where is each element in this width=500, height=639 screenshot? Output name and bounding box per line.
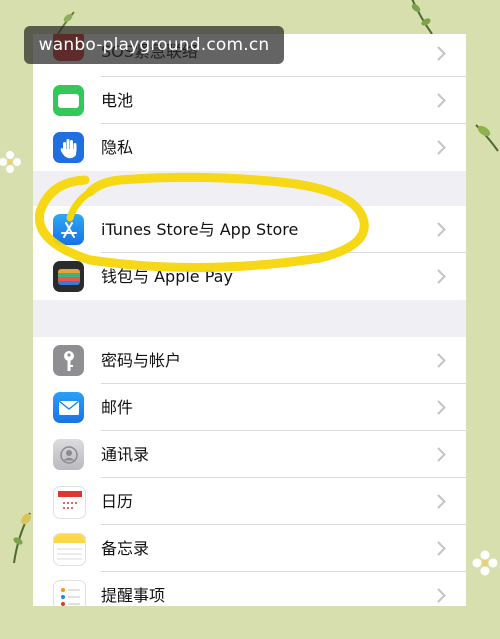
settings-group-3: 密码与帐户 邮件 通讯录 日历 备忘录 提醒事项 [33, 337, 466, 606]
settings-row-battery[interactable]: 电池 [33, 77, 466, 124]
mail-icon [53, 392, 84, 423]
watermark-banner: wanbo-playground.com.cn [24, 26, 284, 64]
chevron-right-icon [437, 140, 446, 155]
chevron-right-icon [437, 222, 446, 237]
row-label: 通讯录 [101, 445, 150, 464]
settings-screen: SOS紧急联络 电池 隐私 iTunes Store与 App Store [33, 34, 466, 606]
settings-row-mail[interactable]: 邮件 [33, 384, 466, 431]
settings-row-privacy[interactable]: 隐私 [33, 124, 466, 171]
key-icon [53, 345, 84, 376]
chevron-right-icon [437, 353, 446, 368]
flower-decoration [472, 550, 498, 576]
settings-row-reminders[interactable]: 提醒事项 [33, 572, 466, 606]
settings-row-wallet[interactable]: 钱包与 Apple Pay [33, 253, 466, 300]
calendar-icon [53, 486, 86, 519]
hand-icon [53, 132, 84, 163]
settings-row-app-store[interactable]: iTunes Store与 App Store [33, 206, 466, 253]
row-label: 日历 [101, 492, 134, 511]
settings-row-passwords[interactable]: 密码与帐户 [33, 337, 466, 384]
chevron-right-icon [437, 269, 446, 284]
chevron-right-icon [437, 447, 446, 462]
wallet-icon [53, 261, 84, 292]
chevron-right-icon [437, 400, 446, 415]
chevron-right-icon [437, 541, 446, 556]
chevron-right-icon [437, 46, 446, 61]
battery-icon [53, 85, 84, 116]
row-label: iTunes Store与 App Store [101, 220, 299, 239]
settings-row-contacts[interactable]: 通讯录 [33, 431, 466, 478]
row-label: 邮件 [101, 398, 134, 417]
row-label: 密码与帐户 [101, 351, 182, 370]
settings-row-calendar[interactable]: 日历 [33, 478, 466, 525]
row-label: 隐私 [101, 138, 134, 157]
leaf-sprig-decoration [475, 124, 499, 152]
chevron-right-icon [437, 93, 446, 108]
flower-decoration [0, 151, 21, 173]
settings-row-notes[interactable]: 备忘录 [33, 525, 466, 572]
row-label: 电池 [101, 91, 134, 110]
notes-icon [53, 533, 86, 566]
row-label: 备忘录 [101, 539, 150, 558]
chevron-right-icon [437, 494, 446, 509]
contacts-icon [53, 439, 84, 470]
reminders-icon [53, 580, 86, 606]
row-label: 钱包与 Apple Pay [101, 267, 233, 286]
app-store-icon [53, 214, 84, 245]
row-label: 提醒事项 [101, 586, 166, 605]
settings-group-2: iTunes Store与 App Store 钱包与 Apple Pay [33, 206, 466, 300]
chevron-right-icon [437, 588, 446, 603]
